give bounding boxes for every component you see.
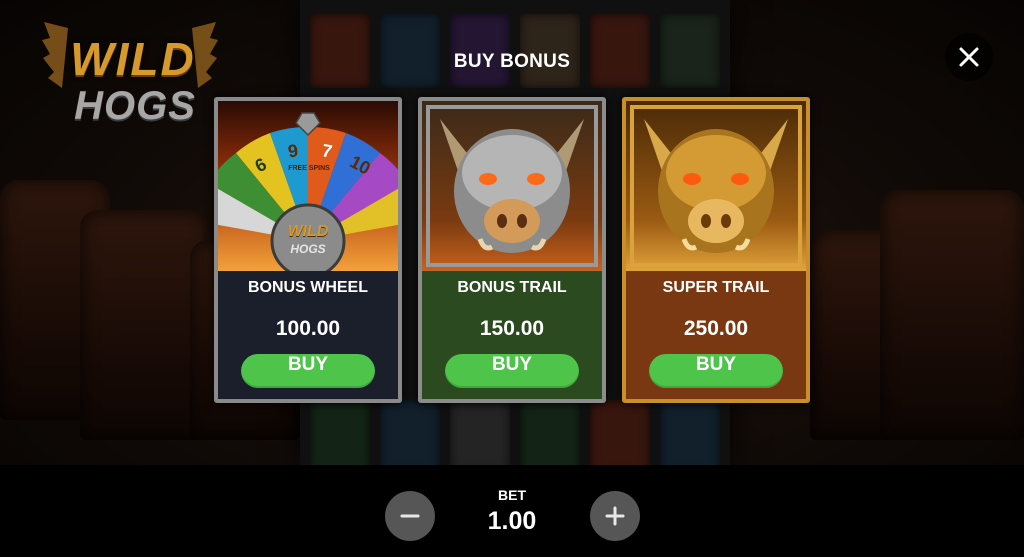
- close-icon: [959, 47, 979, 67]
- super-trail-price: 250.00: [683, 317, 749, 340]
- super-trail-card[interactable]: SUPER TRAIL 250.00 BUY: [622, 97, 810, 403]
- bonus-wheel-panel: BONUS WHEEL 100.00 BUY: [218, 271, 398, 399]
- bonus-wheel-name: BONUS WHEEL: [248, 279, 368, 296]
- bonus-wheel-price: 100.00: [275, 317, 341, 340]
- bonus-trail-panel: BONUS TRAIL 150.00 BUY: [422, 271, 602, 399]
- bonus-trail-name: BONUS TRAIL: [457, 279, 567, 296]
- wheel-segment-label: FREE SPINS: [288, 165, 330, 172]
- increase-bet-button[interactable]: [590, 491, 640, 541]
- bonus-trail-buy-button[interactable]: BUY: [445, 354, 579, 388]
- super-trail-panel: SUPER TRAIL 250.00 BUY: [626, 271, 806, 399]
- wheel-center-logo-bottom: HOGS: [290, 242, 326, 256]
- bonus-trail-card[interactable]: BONUS TRAIL 150.00 BUY: [418, 97, 606, 403]
- super-trail-buy-button[interactable]: BUY: [649, 354, 783, 388]
- gold-hog-image: [630, 105, 802, 267]
- bonus-trail-art: [422, 101, 602, 271]
- wheel-center-logo: WILD: [287, 223, 329, 240]
- bonus-wheel-art: 6 9 7 10 FREE SPINS WILD HOGS: [218, 101, 398, 271]
- dialog-title: BUY BONUS: [453, 51, 571, 72]
- game-logo: WILD HOGS: [40, 18, 220, 138]
- silver-hog-image: [426, 105, 598, 267]
- logo-hogs-text: HOGS: [74, 84, 196, 128]
- logo-wild-text: WILD: [70, 33, 196, 85]
- bet-value: 1.00: [487, 507, 537, 535]
- bonus-trail-price: 150.00: [479, 317, 545, 340]
- bet-label: BET: [498, 487, 526, 503]
- super-trail-name: SUPER TRAIL: [662, 279, 770, 296]
- close-button[interactable]: [945, 33, 993, 81]
- plus-icon: [605, 506, 625, 526]
- bonus-wheel-buy-button[interactable]: BUY: [241, 354, 375, 388]
- minus-icon: [400, 514, 420, 518]
- super-trail-art: [626, 101, 806, 271]
- bonus-wheel-card[interactable]: 6 9 7 10 FREE SPINS WILD HOGS BONUS WHEE…: [214, 97, 402, 403]
- decrease-bet-button[interactable]: [385, 491, 435, 541]
